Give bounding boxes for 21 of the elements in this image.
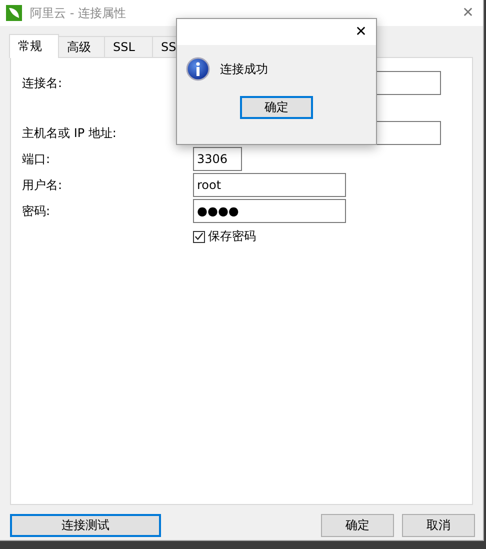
close-button[interactable]: ✕ xyxy=(453,0,483,26)
input-field[interactable]: ●●●● xyxy=(193,199,346,223)
input-field[interactable]: root xyxy=(193,173,346,197)
field-label: 主机名或 IP 地址: xyxy=(22,124,118,142)
field-label: 用户名: xyxy=(22,176,64,194)
leaf-icon xyxy=(6,5,22,21)
checkbox-label: 保存密码 xyxy=(208,228,256,245)
field-label: 连接名: xyxy=(22,74,64,92)
checkbox[interactable] xyxy=(193,230,205,242)
window-title: 阿里云 - 连接属性 xyxy=(30,4,127,22)
ok-button[interactable]: 确定 xyxy=(321,514,394,537)
ok-button[interactable]: 确定 xyxy=(240,96,313,119)
close-button[interactable]: ✕ xyxy=(346,19,376,45)
dialog-message: 连接成功 xyxy=(220,60,268,78)
field-label: 密码: xyxy=(22,202,52,220)
field-label: 端口: xyxy=(22,150,52,168)
info-icon xyxy=(186,57,210,81)
input-field[interactable]: 3306 xyxy=(193,147,242,171)
cancel-button[interactable]: 取消 xyxy=(402,514,475,537)
test-connection-button[interactable]: 连接测试 xyxy=(10,514,161,537)
tab[interactable]: 常规 xyxy=(9,34,59,58)
